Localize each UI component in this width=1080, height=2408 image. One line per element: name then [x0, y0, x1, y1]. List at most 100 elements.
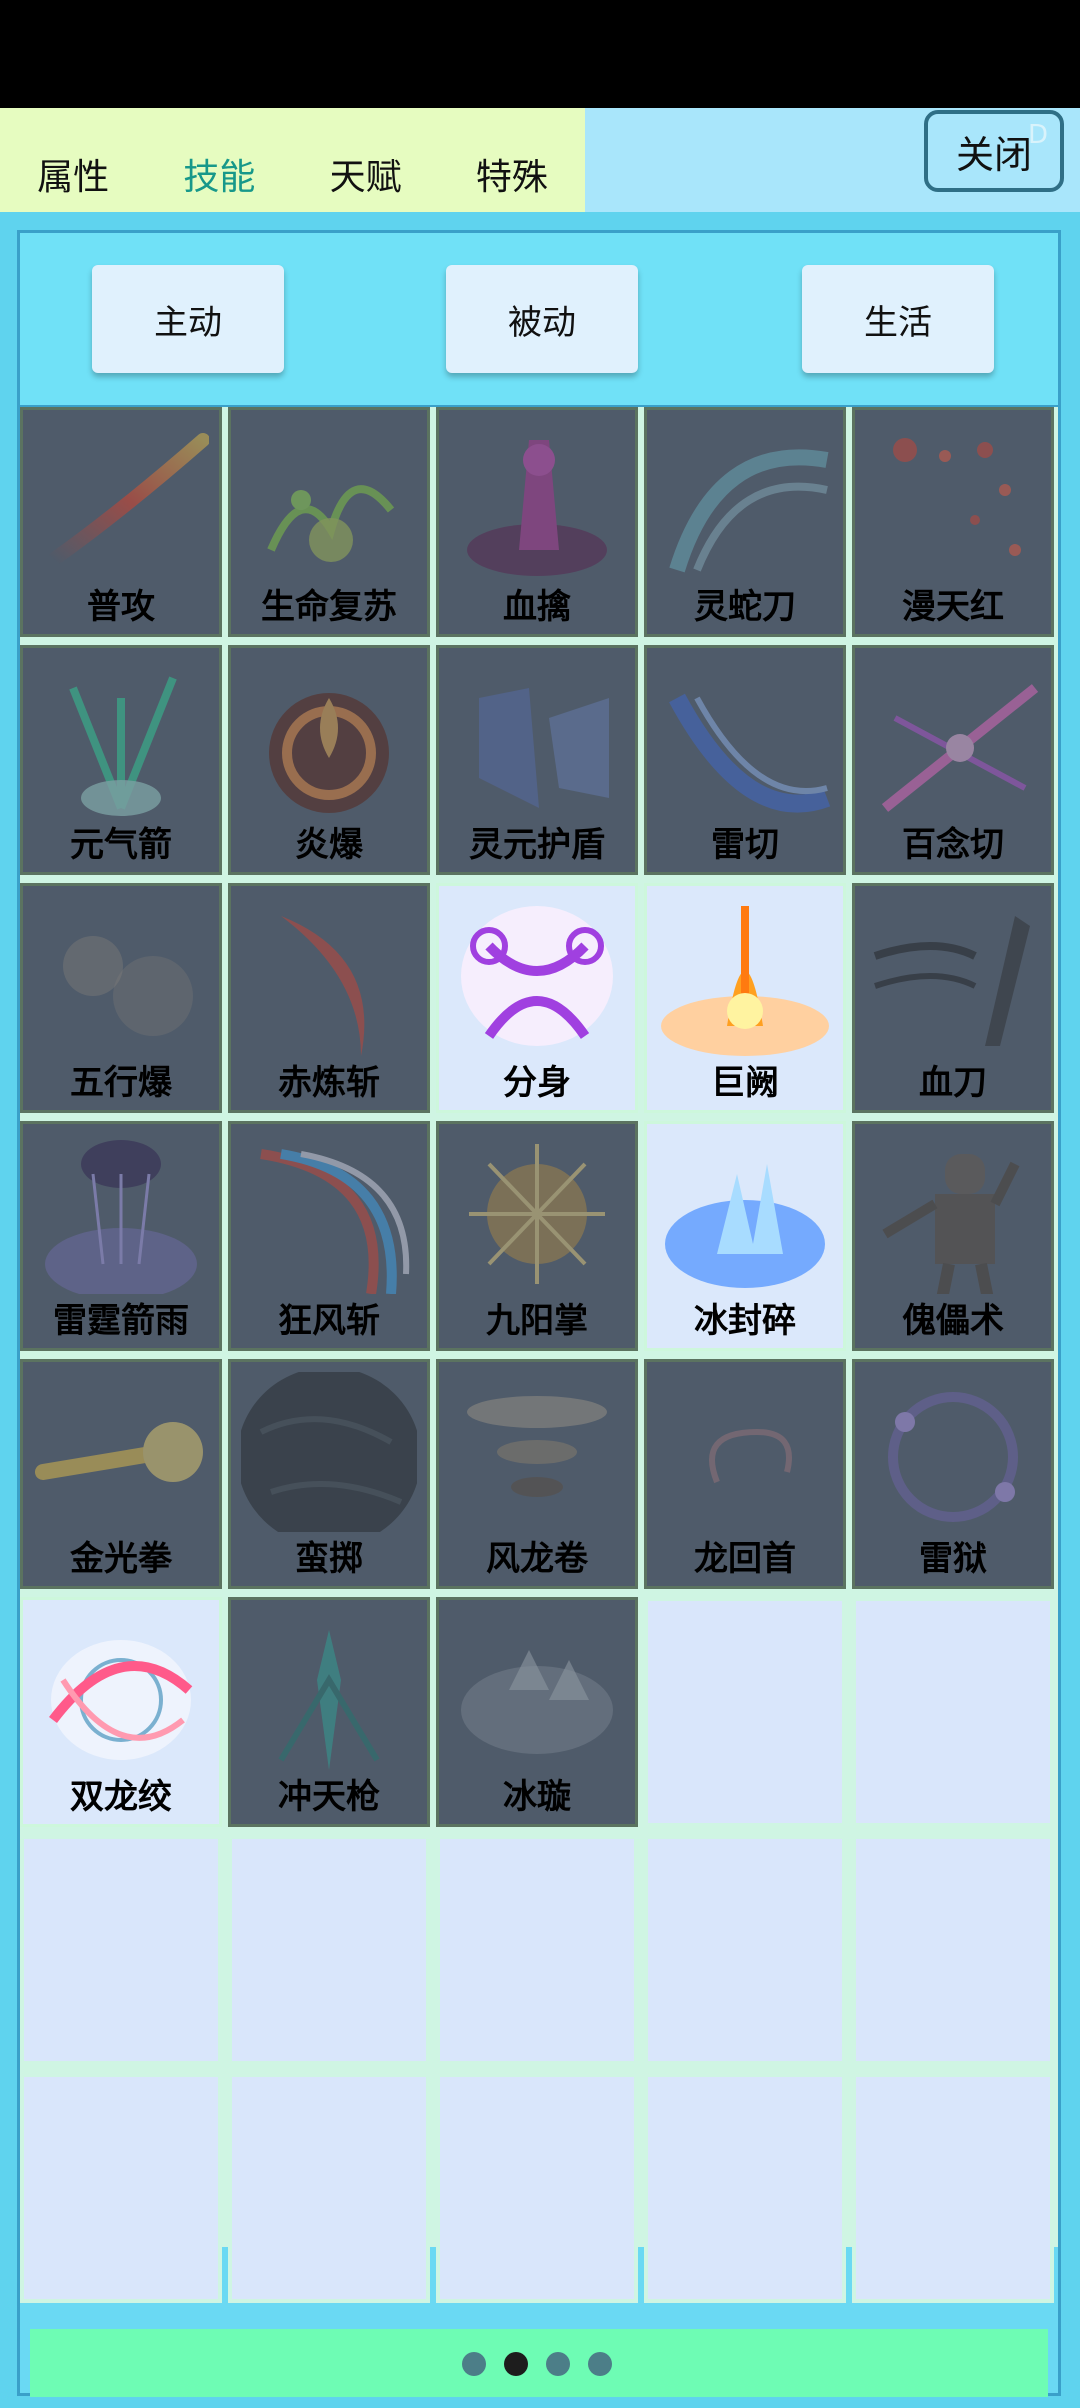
skill-name: 狂风斩: [278, 1301, 380, 1341]
tab-special[interactable]: 特殊: [439, 148, 585, 212]
dark-blade-icon: [873, 916, 1030, 1046]
page-dot[interactable]: [504, 2352, 528, 2376]
skill-slot[interactable]: 血擒: [436, 407, 638, 637]
skill-slot[interactable]: 龙回首: [644, 1359, 846, 1589]
skill-slot[interactable]: 普攻: [20, 407, 222, 637]
skill-slot[interactable]: 巨阙: [644, 883, 846, 1113]
skill-name: 雷切: [711, 825, 779, 865]
skill-slot[interactable]: 冰璇: [436, 1597, 638, 1827]
empty-skill-slot: [228, 1835, 430, 2065]
skill-slot[interactable]: 九阳掌: [436, 1121, 638, 1351]
purple-clone-icon: [461, 906, 613, 1046]
skill-panel-inner: 主动 被动 生活 普攻 生命复苏 血擒 灵蛇刀 漫天红元气箭 炎爆 灵元护盾 雷切 百念切五行爆…: [17, 230, 1061, 2397]
skill-name: 生命复苏: [261, 587, 397, 627]
golden-burst-icon: [469, 1144, 605, 1284]
skill-slot[interactable]: 狂风斩: [228, 1121, 430, 1351]
skill-name: 血刀: [919, 1063, 987, 1103]
skill-slot[interactable]: 生命复苏: [228, 407, 430, 637]
empty-skill-slot: [644, 1597, 846, 1827]
skill-name: 分身: [503, 1063, 571, 1103]
skill-name: 雷狱: [919, 1539, 987, 1579]
tab-talents[interactable]: 天赋: [293, 148, 439, 212]
close-ghost-letter: D: [1027, 120, 1048, 150]
filter-life-button[interactable]: 生活: [802, 265, 994, 373]
tornado-icon: [467, 1396, 607, 1497]
skill-slot[interactable]: 雷狱: [852, 1359, 1054, 1589]
skill-name: 普攻: [87, 587, 155, 627]
skill-name: 炎爆: [295, 825, 363, 865]
cyan-wave-icon: [669, 449, 829, 573]
skill-name: 血擒: [503, 587, 571, 627]
purple-storm-icon: [45, 1140, 197, 1294]
red-crescent-icon: [281, 916, 365, 1056]
page-dot[interactable]: [546, 2352, 570, 2376]
green-vine-icon: [267, 485, 395, 562]
skill-name: 金光拳: [70, 1539, 172, 1579]
tab-attributes[interactable]: 属性: [0, 148, 146, 212]
skill-name: 冲天枪: [278, 1777, 380, 1817]
puppet-icon: [882, 1154, 1020, 1294]
skill-slot[interactable]: 灵蛇刀: [644, 407, 846, 637]
close-button[interactable]: 关闭 D: [924, 110, 1064, 192]
tab-skills[interactable]: 技能: [146, 148, 292, 212]
purple-blood-pillar-icon: [467, 440, 607, 576]
skill-slot[interactable]: 血刀: [852, 883, 1054, 1113]
header: 属性 技能 天赋 特殊 关闭 D: [0, 108, 1080, 212]
skill-slot[interactable]: 五行爆: [20, 883, 222, 1113]
skill-name: 双龙绞: [70, 1777, 172, 1817]
empty-skill-slot: [20, 2073, 222, 2303]
spear-rise-icon: [278, 1630, 380, 1770]
skill-name: 五行爆: [70, 1063, 172, 1103]
skill-slot[interactable]: 元气箭: [20, 645, 222, 875]
skill-slot[interactable]: 雷霆箭雨: [20, 1121, 222, 1351]
filter-passive-button[interactable]: 被动: [446, 265, 638, 373]
skill-name: 灵元护盾: [469, 825, 605, 865]
skill-slot[interactable]: 冲天枪: [228, 1597, 430, 1827]
golden-fist-icon: [35, 1422, 203, 1482]
page-dot[interactable]: [588, 2352, 612, 2376]
skill-slot[interactable]: 金光拳: [20, 1359, 222, 1589]
skill-slot[interactable]: 炎爆: [228, 645, 430, 875]
skill-name: 傀儡术: [902, 1301, 1004, 1341]
fire-ring-icon: [269, 693, 389, 813]
empty-skill-slot: [436, 2073, 638, 2303]
flame-sword-icon: [661, 906, 829, 1056]
skill-slot[interactable]: 风龙卷: [436, 1359, 638, 1589]
ice-crystal-icon: [665, 1164, 825, 1288]
empty-skill-slot: [436, 1835, 638, 2065]
skill-slot[interactable]: 漫天红: [852, 407, 1054, 637]
skill-name: 九阳掌: [486, 1301, 588, 1341]
empty-skill-slot: [852, 2073, 1054, 2303]
skill-name: 赤炼斩: [278, 1063, 380, 1103]
skill-slot[interactable]: 双龙绞: [20, 1597, 222, 1827]
empty-skill-slot: [852, 1597, 1054, 1827]
page-dot[interactable]: [462, 2352, 486, 2376]
skill-name: 龙回首: [694, 1539, 796, 1579]
skill-name: 百念切: [902, 825, 1004, 865]
skill-slot[interactable]: 冰封碎: [644, 1121, 846, 1351]
empty-skill-slot: [852, 1835, 1054, 2065]
skill-panel: 主动 被动 生活 普攻 生命复苏 血擒 灵蛇刀 漫天红元气箭 炎爆 灵元护盾 雷切 百念切五行爆…: [0, 212, 1080, 2408]
red-slash-icon: [46, 433, 209, 567]
skill-slot[interactable]: 赤炼斩: [228, 883, 430, 1113]
skill-slot[interactable]: 百念切: [852, 645, 1054, 875]
skill-name: 灵蛇刀: [694, 587, 796, 627]
skill-slot[interactable]: 傀儡术: [852, 1121, 1054, 1351]
skill-slot[interactable]: 雷切: [644, 645, 846, 875]
skill-slot[interactable]: 分身: [436, 883, 638, 1113]
skill-slot[interactable]: 灵元护盾: [436, 645, 638, 875]
wind-slash-icon: [260, 1149, 410, 1294]
blue-shield-icon: [479, 688, 609, 808]
page-indicator: [462, 2352, 612, 2376]
filter-active-button[interactable]: 主动: [92, 265, 284, 373]
empty-skill-slot: [644, 1835, 846, 2065]
skill-name: 冰璇: [503, 1777, 571, 1817]
purple-ring-icon: [888, 1392, 1018, 1522]
empty-skill-slot: [228, 2073, 430, 2303]
skill-slot[interactable]: 蛮掷: [228, 1359, 430, 1589]
skill-name: 巨阙: [711, 1063, 779, 1103]
blue-lightning-slash-icon: [669, 693, 831, 813]
green-arrow-burst-icon: [69, 676, 177, 816]
status-bar: [0, 0, 1080, 108]
skill-grid: 普攻 生命复苏 血擒 灵蛇刀 漫天红元气箭 炎爆 灵元护盾 雷切 百念切五行爆 赤炼斩 分身 巨阙 血刀…: [20, 407, 1058, 2303]
